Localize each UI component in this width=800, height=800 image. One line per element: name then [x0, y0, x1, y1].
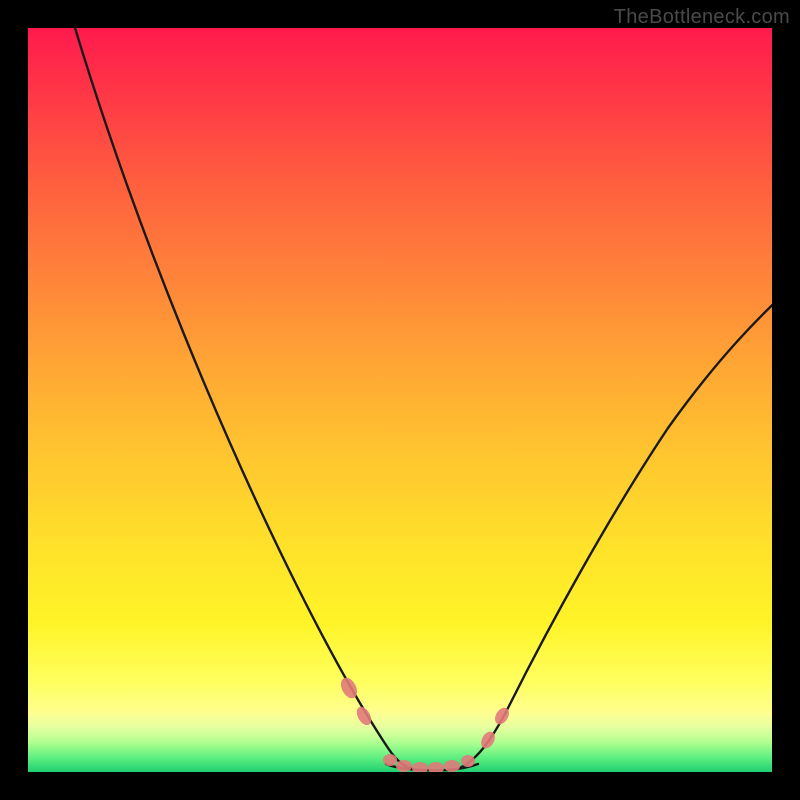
bead-left-lower [354, 704, 374, 727]
chart-frame [28, 28, 772, 772]
bead-valley-5 [444, 760, 460, 772]
bead-valley-3 [412, 762, 428, 772]
bead-valley-4 [428, 762, 444, 772]
right-curve [460, 290, 772, 768]
left-curve [72, 28, 416, 770]
bead-valley-1 [383, 754, 397, 766]
watermark-text: TheBottleneck.com [614, 6, 790, 29]
chart-svg [28, 28, 772, 772]
bead-group [338, 675, 512, 772]
bead-valley-6 [461, 755, 475, 767]
bead-valley-2 [396, 760, 412, 772]
